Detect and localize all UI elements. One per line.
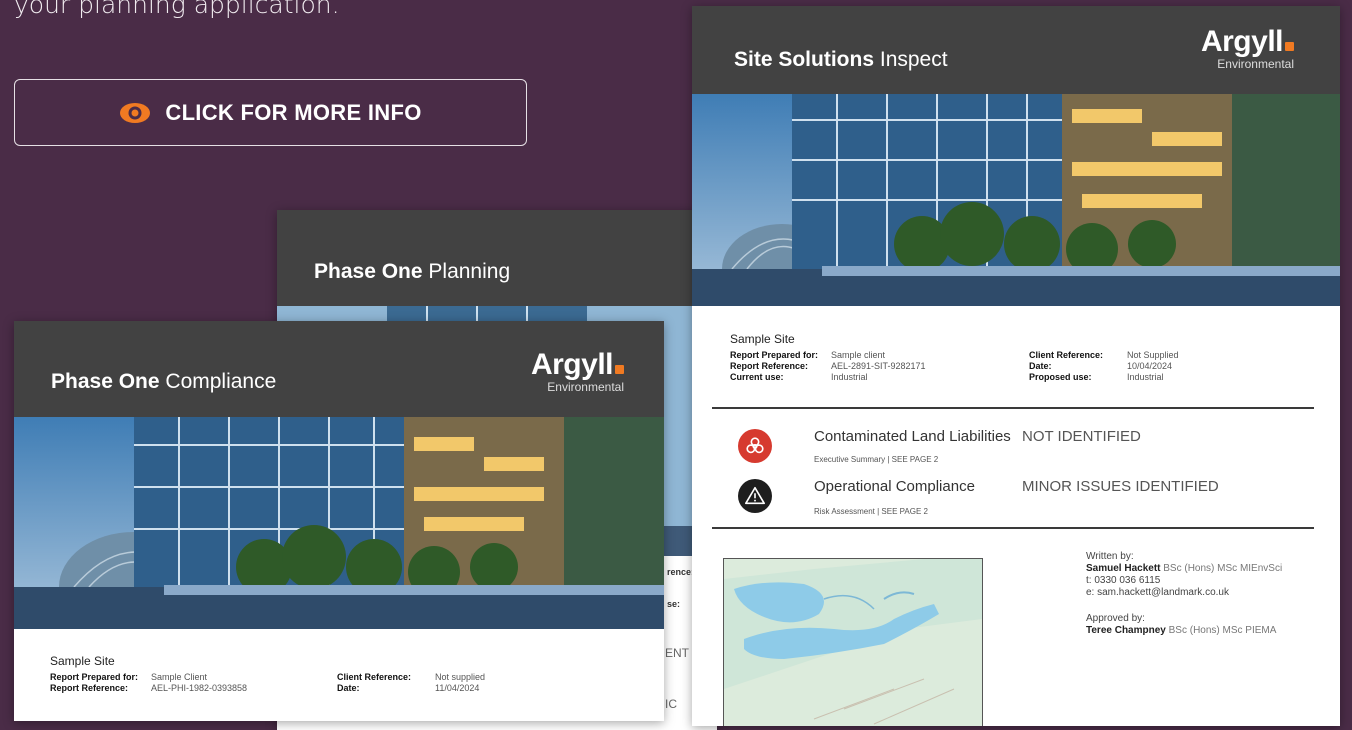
meta-value: AEL-PHI-1982-0393858 <box>151 683 248 693</box>
risk-sub: Executive Summary | SEE PAGE 2 <box>814 455 939 464</box>
meta-value: Sample client <box>831 350 886 360</box>
risk-label: Contaminated Land Liabilities <box>814 428 1011 445</box>
written-label: Written by: <box>1086 551 1134 562</box>
report-header: Phase One Planning <box>277 210 717 306</box>
meta-value: Industrial <box>1127 372 1164 382</box>
meta-value: Sample Client <box>151 672 208 682</box>
meta-label: Date: <box>1029 361 1052 371</box>
argyll-logo: Argyll Environmental <box>1201 27 1294 70</box>
meta-label: Report Prepared for: <box>50 672 139 682</box>
site-map <box>723 558 983 726</box>
biohazard-icon <box>738 429 772 463</box>
meta-label: Report Reference: <box>730 361 809 371</box>
report-title: Phase One Compliance <box>51 370 276 394</box>
author-creds: BSc (Hons) MSc MIEnvSci <box>1163 563 1283 574</box>
report-title-rest: Compliance <box>165 370 277 393</box>
warning-icon <box>738 479 772 513</box>
argyll-logo: Argyll Environmental <box>531 350 624 393</box>
report-cover-compliance[interactable]: Phase One Compliance Argyll Environmenta… <box>14 321 664 721</box>
meta-value: Not Supplied <box>1127 350 1179 360</box>
meta-value: 10/04/2024 <box>1127 361 1173 371</box>
risk-row: Operational Compliance Risk Assessment |… <box>692 469 1340 519</box>
edge-text: ENT <box>665 646 689 660</box>
more-info-label: CLICK FOR MORE INFO <box>165 99 422 125</box>
intro-text: your planning application. <box>14 0 340 19</box>
building-photo <box>692 94 1340 306</box>
meta-label: Report Reference: <box>50 683 129 693</box>
report-cover-inspect[interactable]: Site Solutions Inspect Argyll Environmen… <box>692 6 1340 726</box>
approver-line: Teree Champney BSc (Hons) MSc PIEMA <box>1086 625 1282 637</box>
meta-value: Not supplied <box>435 672 486 682</box>
report-header: Site Solutions Inspect Argyll Environmen… <box>692 6 1340 94</box>
risk-label: Operational Compliance <box>814 478 975 495</box>
approver-creds: BSc (Hons) MSc PIEMA <box>1168 625 1277 636</box>
edge-text: rence: <box>667 567 695 577</box>
report-title-bold: Phase One <box>51 370 160 393</box>
more-info-button[interactable]: CLICK FOR MORE INFO <box>14 79 527 146</box>
logo-dot <box>615 365 624 374</box>
report-meta: Sample Site Report Prepared for: Sample … <box>50 654 491 694</box>
logo-sub: Environmental <box>547 380 624 394</box>
eye-icon <box>119 102 151 124</box>
meta-table: Report Prepared for: Sample Client Clien… <box>50 672 491 694</box>
meta-label: Proposed use: <box>1029 372 1092 382</box>
meta-label: Report Prepared for: <box>730 350 819 360</box>
report-title-bold: Site Solutions <box>734 48 875 71</box>
approved-label: Approved by: <box>1086 613 1145 624</box>
logo-dot <box>1285 42 1294 51</box>
edge-text: IC <box>665 697 677 711</box>
author-block: Written by: Samuel Hackett BSc (Hons) MS… <box>1086 551 1282 637</box>
risk-status: NOT IDENTIFIED <box>1022 428 1141 445</box>
report-header: Phase One Compliance Argyll Environmenta… <box>14 321 664 417</box>
meta-label: Client Reference: <box>1029 350 1104 360</box>
risk-status: MINOR ISSUES IDENTIFIED <box>1022 478 1219 495</box>
divider <box>712 527 1314 529</box>
meta-table: Report Prepared for: Sample client Clien… <box>730 350 1185 383</box>
meta-label: Client Reference: <box>337 672 412 682</box>
report-title: Phase One Planning <box>314 260 510 284</box>
meta-value: AEL-2891-SIT-9282171 <box>831 361 926 371</box>
report-title: Site Solutions Inspect <box>734 48 948 72</box>
author-email[interactable]: e: sam.hackett@landmark.co.uk <box>1086 587 1282 599</box>
report-title-bold: Phase One <box>314 260 423 283</box>
meta-label: Current use: <box>730 372 784 382</box>
author-name: Samuel Hackett <box>1086 563 1161 574</box>
edge-text: se: <box>667 599 681 609</box>
logo-brand: Argyll <box>530 348 614 381</box>
logo-sub: Environmental <box>1217 57 1294 71</box>
meta-label: Date: <box>337 683 360 693</box>
author-phone: t: 0330 036 6115 <box>1086 575 1161 586</box>
risk-sub: Risk Assessment | SEE PAGE 2 <box>814 507 928 516</box>
logo-brand: Argyll <box>1200 25 1284 58</box>
approver-name: Teree Champney <box>1086 625 1166 636</box>
meta-value: Industrial <box>831 372 868 382</box>
report-title-rest: Planning <box>428 260 511 283</box>
site-name: Sample Site <box>50 654 115 668</box>
report-meta: Sample Site Report Prepared for: Sample … <box>730 332 1185 383</box>
report-title-rest: Inspect <box>879 48 948 71</box>
building-photo <box>14 417 664 629</box>
meta-value: 11/04/2024 <box>435 683 480 693</box>
risk-row: Contaminated Land Liabilities Executive … <box>692 419 1340 469</box>
author-line: Samuel Hackett BSc (Hons) MSc MIEnvSci <box>1086 563 1282 575</box>
site-name: Sample Site <box>730 332 795 346</box>
divider <box>712 407 1314 409</box>
